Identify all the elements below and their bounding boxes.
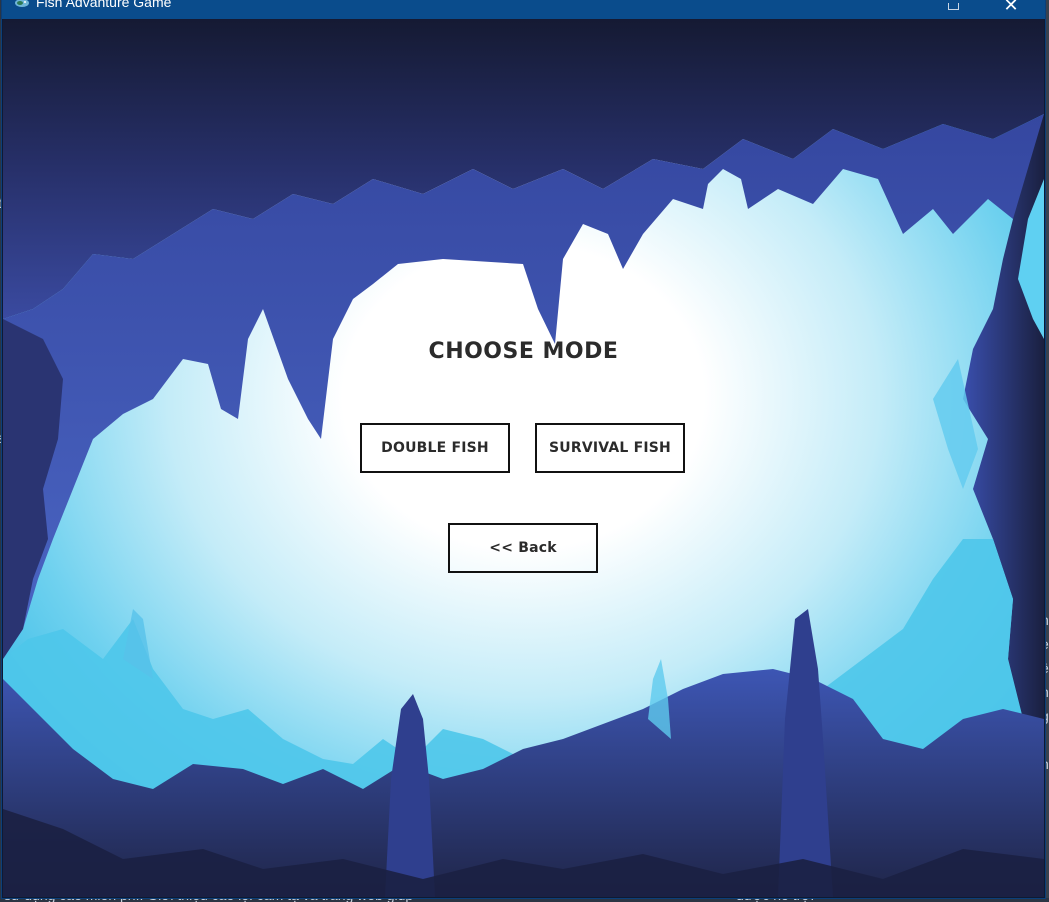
double-fish-button[interactable]: DOUBLE FISH bbox=[360, 423, 510, 473]
window-title: Fish Advanture Game bbox=[36, 0, 172, 10]
survival-fish-button[interactable]: SURVIVAL FISH bbox=[535, 423, 685, 473]
choose-mode-heading: CHOOSE MODE bbox=[428, 339, 619, 364]
cave-background-image bbox=[3, 19, 1044, 897]
close-button[interactable]: ✕ bbox=[988, 0, 1034, 19]
desktop: t s n e ề n g i n sử dụng cao miễn phí. … bbox=[0, 0, 1049, 902]
close-icon: ✕ bbox=[1003, 0, 1019, 16]
back-button[interactable]: << Back bbox=[448, 523, 598, 573]
game-window: Fish Advanture Game ✕ CHOOSE MODE DOUBLE… bbox=[2, 0, 1045, 898]
game-canvas: CHOOSE MODE DOUBLE FISH SURVIVAL FISH <<… bbox=[3, 19, 1044, 897]
title-bar[interactable]: Fish Advanture Game ✕ bbox=[2, 0, 1045, 19]
fish-app-icon bbox=[15, 0, 29, 7]
maximize-button[interactable] bbox=[930, 0, 976, 19]
maximize-icon bbox=[947, 3, 959, 10]
